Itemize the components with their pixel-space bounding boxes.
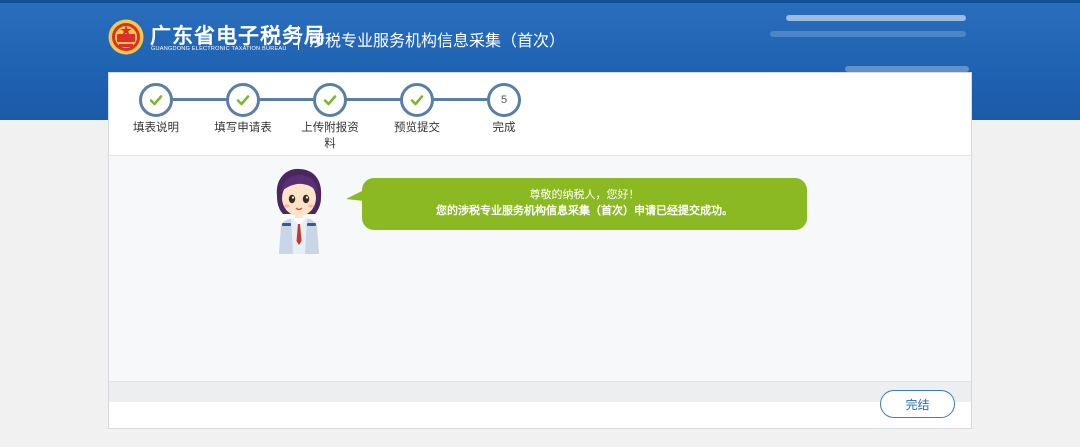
- success-message-bubble: 尊敬的纳税人，您好！ 您的涉税专业服务机构信息采集（首次）申请已经提交成功。: [346, 178, 807, 230]
- step-3-indicator: [313, 83, 347, 117]
- bubble-tail: [346, 190, 364, 201]
- step-5-indicator: 5: [487, 83, 521, 117]
- progress-steps: 5 填表说明 填写申请表 上传附报资料 预览提交 完成: [109, 73, 971, 156]
- greeting-text: 尊敬的纳税人，您好！: [529, 189, 640, 201]
- step-5-number: 5: [500, 94, 508, 106]
- step-1-indicator: [139, 83, 173, 117]
- step-label: 完成: [492, 122, 516, 134]
- step-label: 填写申请表: [214, 122, 272, 134]
- success-text: 您的涉税专业服务机构信息采集（首次）申请已经提交成功。: [436, 205, 733, 217]
- logo-english-text: GUANGDONG ELECTRONIC TAXATION BUREAU: [151, 46, 287, 52]
- header-top-border: [0, 0, 1080, 3]
- panel-footer: [109, 381, 971, 402]
- step-label: 填表说明: [133, 122, 179, 134]
- national-emblem-icon: [108, 19, 144, 55]
- check-icon: [149, 95, 163, 106]
- step-4-indicator: [400, 83, 434, 117]
- redacted-user-info: [786, 15, 966, 21]
- check-icon: [410, 95, 424, 106]
- result-content: 尊敬的纳税人，您好！ 您的涉税专业服务机构信息采集（首次）申请已经提交成功。: [109, 156, 971, 381]
- check-icon: [236, 95, 250, 106]
- page-title: 涉税专业服务机构信息采集（首次）: [309, 33, 566, 50]
- finish-button[interactable]: 完结: [880, 390, 955, 418]
- step-2-indicator: [226, 83, 260, 117]
- redacted-user-info: [770, 31, 966, 37]
- check-icon: [323, 95, 337, 106]
- step-label: 上传附报资料: [301, 122, 359, 150]
- title-divider: [298, 26, 299, 50]
- main-panel: 5 填表说明 填写申请表 上传附报资料 预览提交 完成 尊敬的纳税人，您好！ 您…: [108, 72, 972, 429]
- step-label: 预览提交: [394, 122, 440, 134]
- mascot-officer-icon: [276, 168, 322, 254]
